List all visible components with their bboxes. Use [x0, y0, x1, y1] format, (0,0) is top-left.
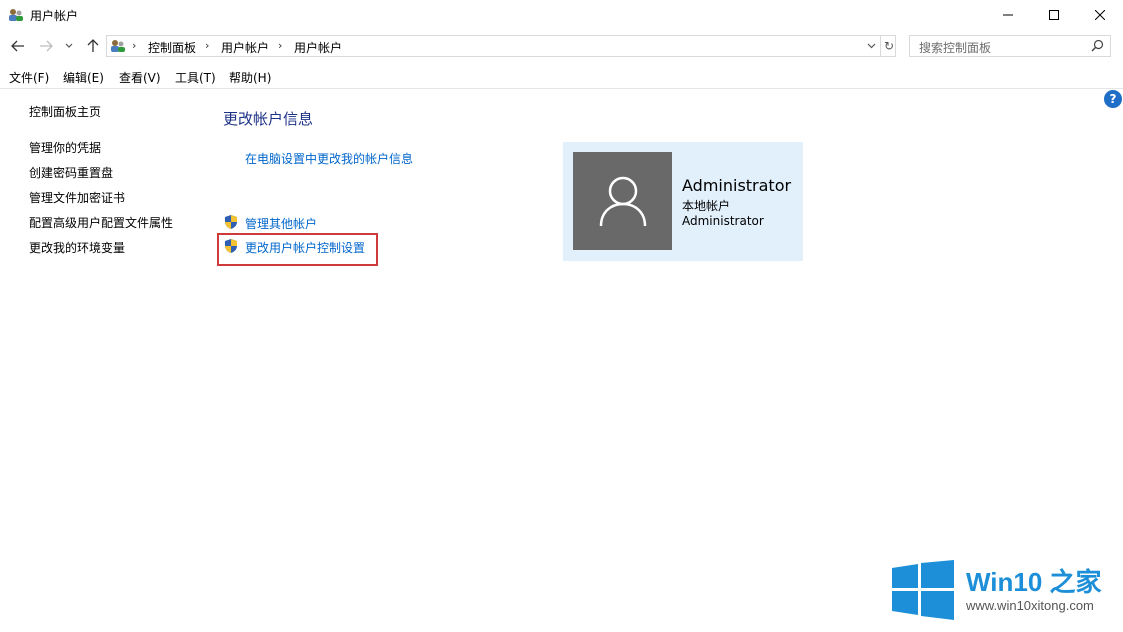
menu-help[interactable]: 帮助(H) [229, 69, 271, 86]
title-bar: 用户帐户 [0, 0, 1123, 30]
page-title: 更改帐户信息 [223, 110, 314, 128]
recent-locations-chevron-down-icon[interactable] [62, 37, 76, 55]
back-button[interactable] [8, 37, 28, 55]
account-tile: Administrator 本地帐户 Administrator [563, 142, 803, 261]
manage-other-accounts-link[interactable]: 管理其他帐户 [245, 215, 317, 232]
account-name: Administrator [682, 176, 792, 195]
sidebar-link-encryption-certificates[interactable]: 管理文件加密证书 [29, 189, 125, 206]
breadcrumb-separator[interactable]: › [132, 39, 136, 52]
sidebar-link-manage-credentials[interactable]: 管理你的凭据 [29, 139, 101, 156]
breadcrumb-user-accounts-current[interactable]: 用户帐户 [294, 39, 342, 56]
breadcrumb-user-accounts[interactable]: 用户帐户 [221, 39, 269, 56]
refresh-icon[interactable]: ↻ [880, 36, 897, 56]
breadcrumb-separator[interactable]: › [278, 39, 282, 52]
user-accounts-icon [8, 7, 24, 23]
watermark-title: Win10 之家 [966, 567, 1102, 597]
control-panel-home-link[interactable]: 控制面板主页 [29, 103, 101, 120]
up-button[interactable] [83, 37, 103, 55]
menu-file[interactable]: 文件(F) [9, 69, 49, 86]
breadcrumb-control-panel[interactable]: 控制面板 [148, 39, 196, 56]
sidebar-link-environment-variables[interactable]: 更改我的环境变量 [29, 239, 125, 256]
account-type: 本地帐户 [682, 199, 731, 213]
uac-shield-icon [223, 214, 239, 230]
watermark-url: www.win10xitong.com [966, 598, 1094, 613]
user-accounts-icon [110, 38, 126, 54]
breadcrumb-separator[interactable]: › [205, 39, 209, 52]
minimize-button[interactable] [985, 0, 1031, 30]
search-icon[interactable] [1091, 39, 1104, 55]
sidebar-link-advanced-profile-properties[interactable]: 配置高级用户配置文件属性 [29, 214, 173, 231]
sidebar-link-password-reset-disk[interactable]: 创建密码重置盘 [29, 164, 113, 181]
avatar [573, 152, 672, 250]
windows-logo-icon [892, 560, 954, 623]
menu-tools[interactable]: 工具(T) [175, 69, 216, 86]
maximize-button[interactable] [1031, 0, 1077, 30]
search-input[interactable]: 搜索控制面板 [909, 35, 1111, 57]
window-title: 用户帐户 [30, 9, 79, 23]
user-silhouette-icon [599, 176, 646, 227]
highlight-box [217, 233, 378, 266]
menu-bar: 文件(F) 编辑(E) 查看(V) 工具(T) 帮助(H) [0, 66, 1123, 89]
account-group: Administrator [682, 214, 764, 228]
menu-view[interactable]: 查看(V) [119, 69, 161, 86]
close-button[interactable] [1077, 0, 1123, 30]
address-history-chevron-down-icon[interactable] [862, 36, 880, 56]
pc-settings-account-link[interactable]: 在电脑设置中更改我的帐户信息 [245, 150, 413, 167]
address-bar[interactable]: › 控制面板 › 用户帐户 › 用户帐户 ↻ [106, 35, 896, 57]
forward-button[interactable] [36, 37, 56, 55]
menu-edit[interactable]: 编辑(E) [63, 69, 104, 86]
help-icon[interactable]: ? [1104, 90, 1122, 108]
search-placeholder: 搜索控制面板 [919, 41, 992, 55]
